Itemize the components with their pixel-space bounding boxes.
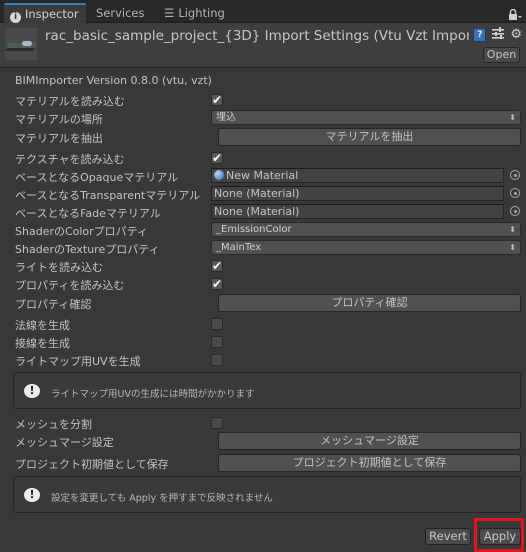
lock-icon[interactable] [508, 8, 522, 21]
row-gen-normals: 法線を生成 [0, 315, 526, 333]
field-label: ライトマップ用UVを生成 [15, 355, 141, 368]
save-project-default-button[interactable]: プロジェクト初期値として保存 [218, 454, 521, 472]
asset-thumbnail [5, 28, 37, 60]
updown-arrows-icon: ⬍ [509, 243, 516, 252]
gen-lightmap-uv-checkbox[interactable] [211, 354, 223, 366]
row-import-textures: テクスチャを読み込む ✔ [0, 149, 526, 167]
row-save-default: プロジェクト初期値として保存 プロジェクト初期値として保存 [0, 454, 526, 472]
material-location-dropdown[interactable]: 埋込 ⬍ [211, 110, 521, 125]
opaque-material-field[interactable]: New Material [211, 168, 504, 183]
revert-button[interactable]: Revert [425, 528, 471, 545]
field-label: プロパティを読み込む [15, 279, 125, 292]
row-import-materials: マテリアルを読み込む ✔ [0, 91, 526, 109]
row-transparent-material: ベースとなるTransparentマテリアル None (Material) [0, 185, 526, 203]
updown-arrows-icon: ⬍ [509, 113, 516, 122]
lightmap-warning-box: ! ライトマップ用UVの生成には時間がかかります [13, 372, 521, 409]
warning-icon: ! [24, 488, 40, 502]
row-extract-materials: マテリアルを抽出 マテリアルを抽出 [0, 128, 526, 146]
row-material-location: マテリアルの場所 埋込 ⬍ [0, 109, 526, 127]
row-fade-material: ベースとなるFadeマテリアル None (Material) [0, 203, 526, 221]
field-label: プロジェクト初期値として保存 [15, 458, 169, 471]
field-label: 接線を生成 [15, 337, 70, 350]
field-label: ベースとなるOpaqueマテリアル [15, 171, 179, 184]
tab-label: Inspector [25, 7, 79, 21]
row-check-properties: プロパティ確認 プロパティ確認 [0, 294, 526, 312]
row-gen-lightmap-uv: ライトマップ用UVを生成 [0, 351, 526, 369]
gear-icon[interactable]: ⚙ [510, 28, 522, 42]
version-text: BIMImporter Version 0.8.0 (vtu, vzt) [15, 74, 212, 87]
split-mesh-checkbox[interactable] [211, 417, 223, 429]
field-label: マテリアルを読み込む [15, 95, 125, 108]
import-textures-checkbox[interactable]: ✔ [211, 152, 223, 164]
row-shader-color: ShaderのColorプロパティ _EmissionColor ⬍ [0, 221, 526, 239]
warning-message: ライトマップ用UVの生成には時間がかかります [51, 389, 255, 400]
field-label: マテリアルを抽出 [15, 132, 103, 145]
extract-materials-button[interactable]: マテリアルを抽出 [218, 128, 521, 146]
dropdown-value: _EmissionColor [216, 224, 292, 235]
gen-normals-checkbox[interactable] [211, 318, 223, 330]
import-lights-checkbox[interactable]: ✔ [211, 260, 223, 272]
field-label: ベースとなるFadeマテリアル [15, 207, 161, 220]
object-picker-icon[interactable] [510, 170, 520, 180]
dropdown-value: _MainTex [216, 242, 262, 253]
field-label: ShaderのTextureプロパティ [15, 243, 160, 256]
help-book-icon[interactable]: ? [473, 28, 487, 42]
fade-material-field[interactable]: None (Material) [211, 204, 504, 219]
import-properties-checkbox[interactable]: ✔ [211, 278, 223, 290]
material-sphere-icon [214, 170, 224, 180]
row-import-properties: プロパティを読み込む ✔ [0, 275, 526, 293]
check-properties-button[interactable]: プロパティ確認 [218, 294, 521, 312]
warning-message: 設定を変更しても Apply を押すまで反映されません [51, 493, 273, 504]
import-materials-checkbox[interactable]: ✔ [211, 94, 223, 106]
tab-services[interactable]: Services [90, 3, 151, 23]
updown-arrows-icon: ⬍ [509, 225, 516, 234]
transparent-material-field[interactable]: None (Material) [211, 186, 504, 201]
asset-title: rac_basic_sample_project_{3D} Import Set… [45, 28, 469, 44]
tab-label: Lighting [178, 6, 225, 20]
tab-inspector[interactable]: i Inspector [4, 3, 86, 23]
mesh-merge-button[interactable]: メッシュマージ設定 [218, 432, 521, 450]
tab-bar: i Inspector Services ☰ Lighting [0, 0, 526, 23]
field-label: メッシュを分割 [15, 418, 92, 431]
field-label: 法線を生成 [15, 319, 70, 332]
sliders-icon: ☰ [164, 6, 175, 20]
field-label: メッシュマージ設定 [15, 436, 114, 449]
row-import-lights: ライトを読み込む ✔ [0, 257, 526, 275]
field-label: マテリアルの場所 [15, 113, 103, 126]
field-label: ベースとなるTransparentマテリアル [15, 189, 201, 202]
field-label: ライトを読み込む [15, 261, 103, 274]
object-picker-icon[interactable] [510, 188, 520, 198]
row-mesh-merge: メッシュマージ設定 メッシュマージ設定 [0, 432, 526, 450]
shader-texture-dropdown[interactable]: _MainTex ⬍ [211, 240, 521, 255]
tab-lighting[interactable]: ☰ Lighting [158, 3, 231, 23]
field-value: New Material [226, 169, 299, 182]
field-label: ShaderのColorプロパティ [15, 225, 149, 238]
dropdown-value: 埋込 [216, 112, 236, 123]
version-row: BIMImporter Version 0.8.0 (vtu, vzt) [0, 69, 526, 87]
tab-label: Services [96, 6, 145, 20]
presets-icon[interactable] [492, 27, 505, 43]
asset-header: rac_basic_sample_project_{3D} Import Set… [0, 23, 526, 68]
row-split-mesh: メッシュを分割 [0, 414, 526, 432]
apply-highlight-box [474, 518, 524, 552]
apply-warning-box: ! 設定を変更しても Apply を押すまで反映されません [13, 476, 521, 513]
row-gen-tangents: 接線を生成 [0, 333, 526, 351]
gen-tangents-checkbox[interactable] [211, 336, 223, 348]
shader-color-dropdown[interactable]: _EmissionColor ⬍ [211, 222, 521, 237]
warning-icon: ! [24, 384, 40, 398]
info-icon: i [10, 12, 21, 23]
open-button[interactable]: Open [483, 47, 520, 63]
field-label: テクスチャを読み込む [15, 153, 125, 166]
row-shader-texture: ShaderのTextureプロパティ _MainTex ⬍ [0, 239, 526, 257]
row-opaque-material: ベースとなるOpaqueマテリアル New Material [0, 167, 526, 185]
field-label: プロパティ確認 [15, 298, 92, 311]
object-picker-icon[interactable] [510, 206, 520, 216]
